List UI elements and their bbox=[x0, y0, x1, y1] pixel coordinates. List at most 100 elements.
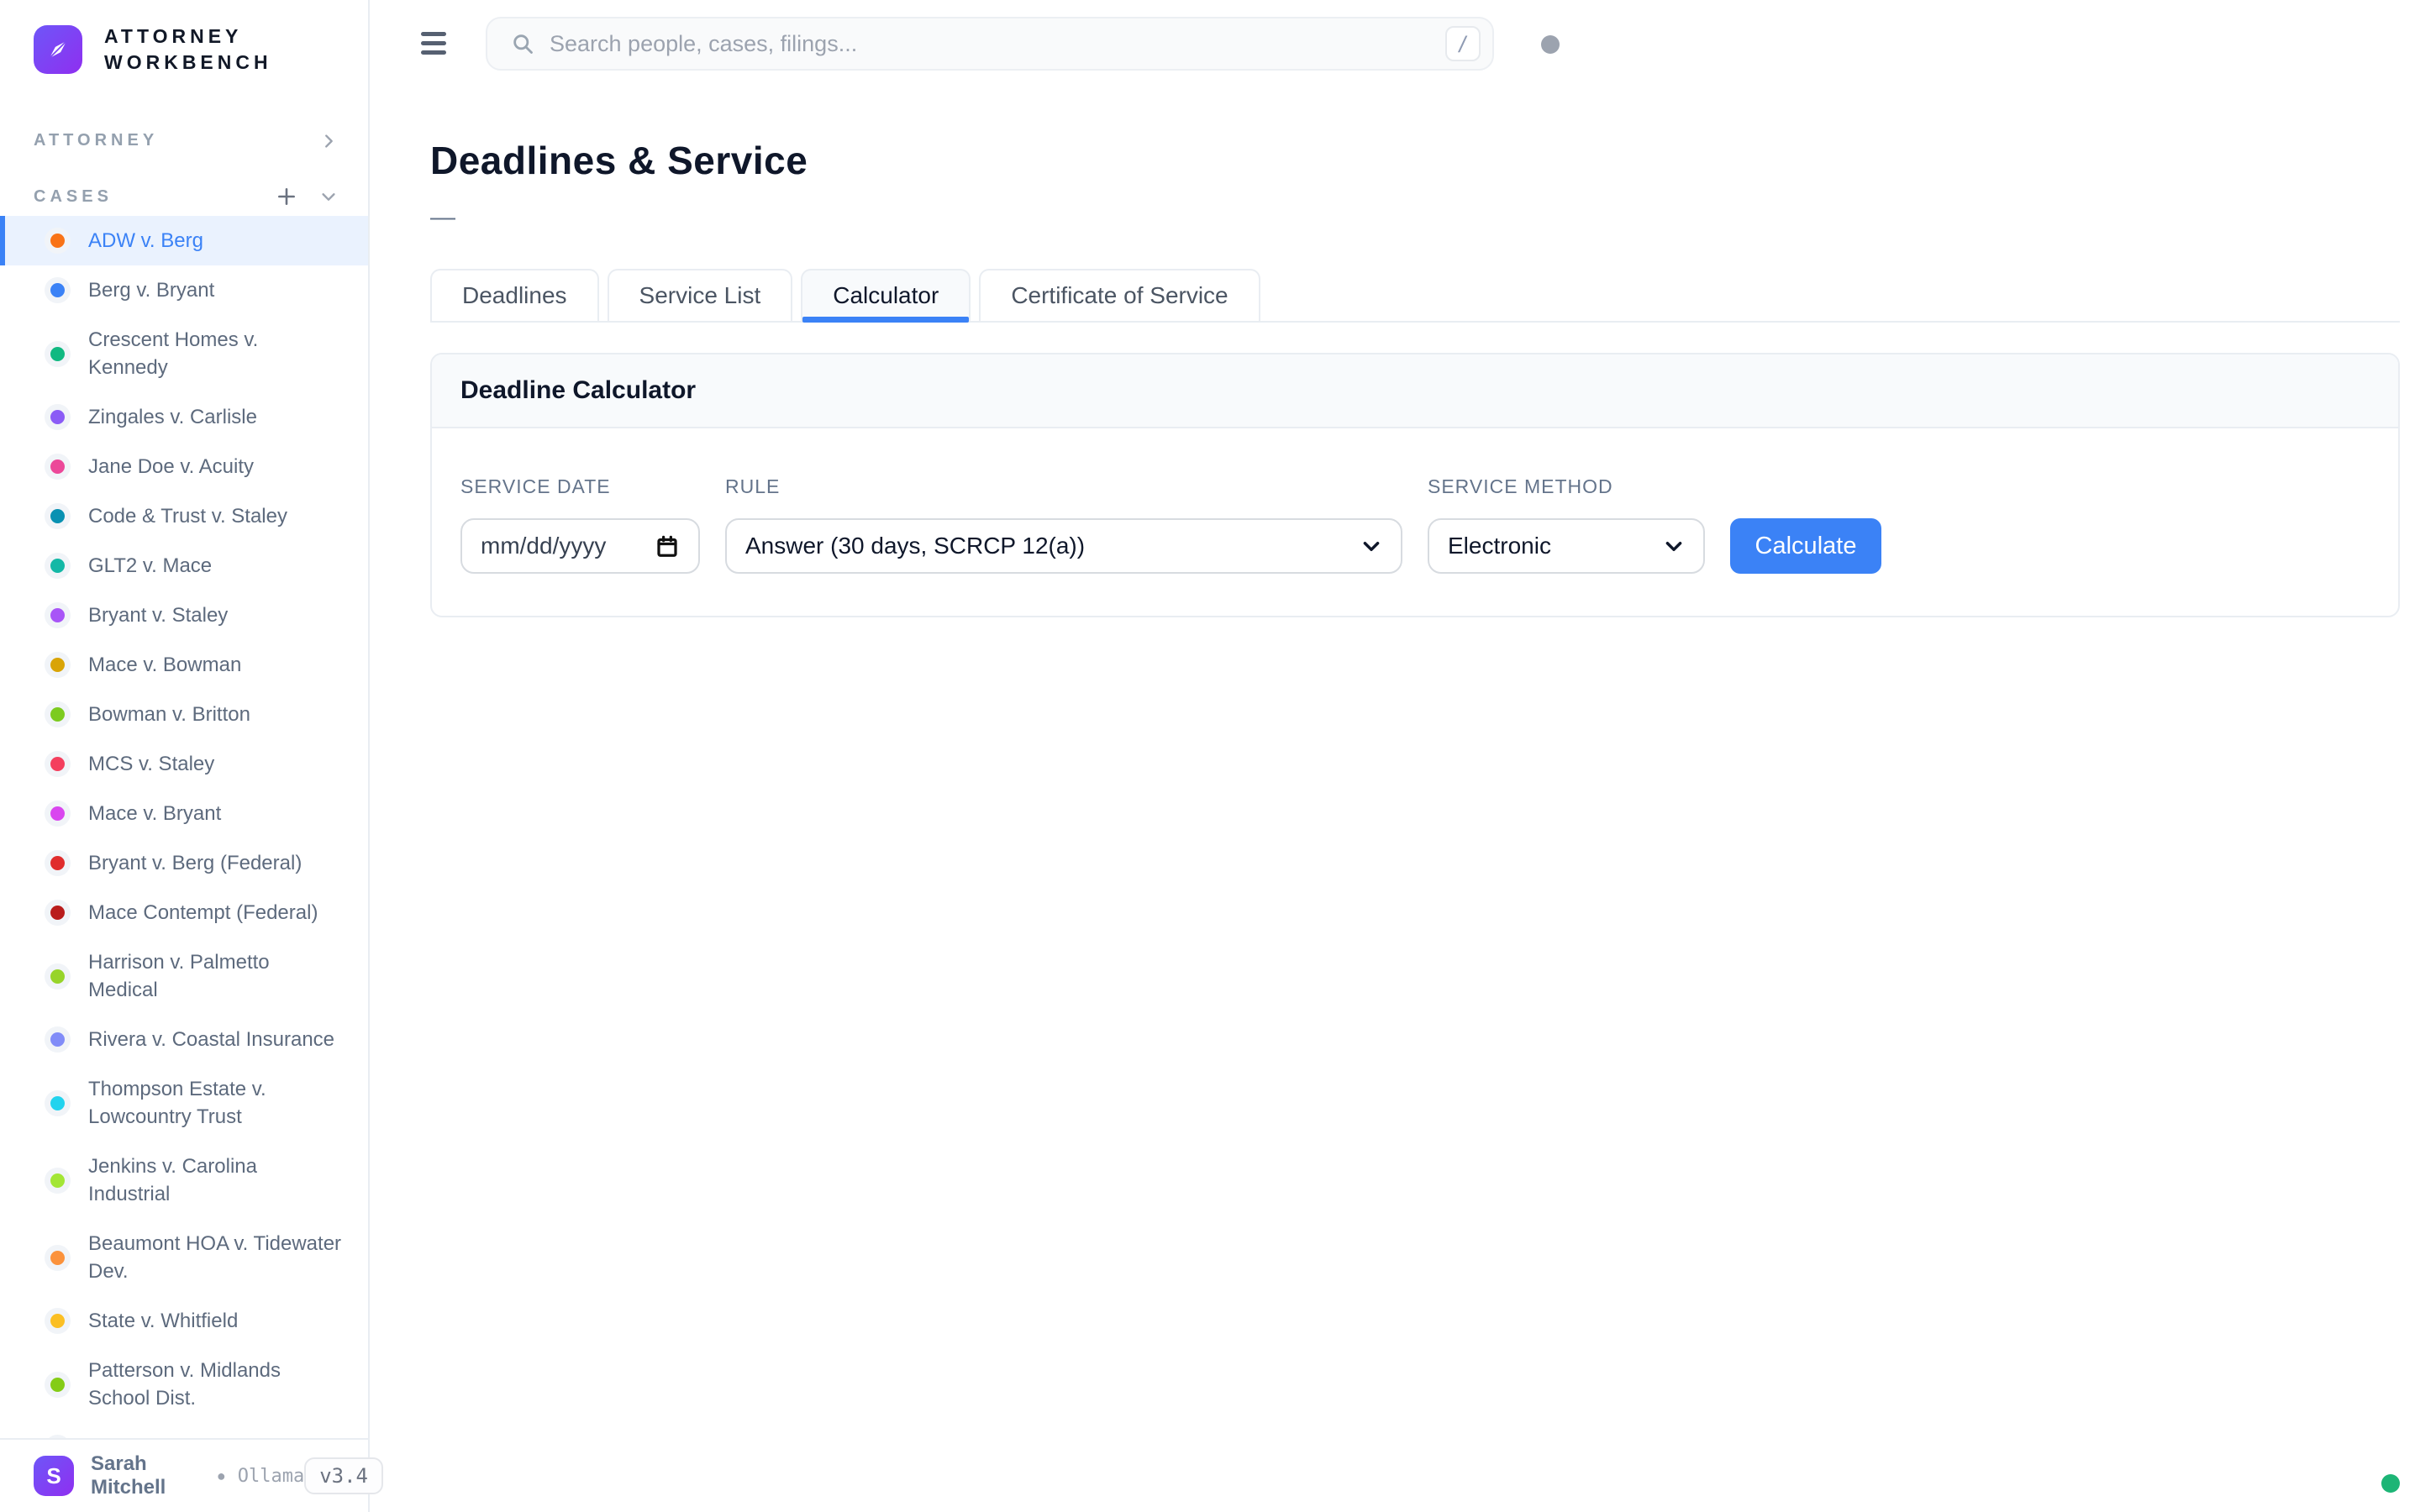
main-content: Search people, cases, filings... / Deadl… bbox=[370, 0, 2420, 1512]
case-color-dot bbox=[50, 1251, 65, 1265]
case-label: Mace v. Bryant bbox=[88, 800, 221, 827]
case-label: Code & Trust v. Staley bbox=[88, 502, 287, 530]
case-item[interactable]: Mace Contempt (Federal) bbox=[0, 888, 368, 937]
case-label: MCS v. Staley bbox=[88, 750, 214, 778]
search-input[interactable]: Search people, cases, filings... / bbox=[486, 17, 1494, 71]
tab[interactable]: Calculator bbox=[801, 269, 971, 321]
case-label: Harrison v. Palmetto Medical bbox=[88, 948, 270, 1004]
case-label: Bryant v. Staley bbox=[88, 601, 228, 629]
case-item[interactable]: Code & Trust v. Staley bbox=[0, 491, 368, 541]
plus-icon[interactable] bbox=[276, 186, 297, 207]
case-color-dot bbox=[50, 608, 65, 622]
tab[interactable]: Deadlines bbox=[430, 269, 599, 321]
case-color-dot bbox=[50, 906, 65, 920]
case-label: GLT2 v. Mace bbox=[88, 552, 212, 580]
engine-label: Ollama bbox=[238, 1466, 304, 1487]
connection-status-dot bbox=[2381, 1474, 2400, 1493]
case-label: Mace v. Bowman bbox=[88, 651, 241, 679]
case-color-dot bbox=[50, 509, 65, 523]
service-date-label: SERVICE DATE bbox=[460, 475, 700, 498]
case-item[interactable]: MCS v. Staley bbox=[0, 739, 368, 789]
case-color-dot bbox=[50, 658, 65, 672]
service-method-select[interactable]: Electronic bbox=[1428, 518, 1705, 574]
case-label: Berg v. Bryant bbox=[88, 276, 214, 304]
rule-field: RULE Answer (30 days, SCRCP 12(a)) bbox=[725, 475, 1402, 574]
calculator-form: SERVICE DATE mm/dd/yyyy RULE Answer (30 … bbox=[432, 428, 2398, 616]
case-item[interactable]: Bowman v. Britton bbox=[0, 690, 368, 739]
case-item[interactable]: Thompson Estate v. Lowcountry Trust bbox=[0, 1064, 368, 1142]
case-label: Bowman v. Britton bbox=[88, 701, 250, 728]
case-item[interactable]: Crescent Homes v. Kennedy bbox=[0, 315, 368, 392]
service-date-input[interactable]: mm/dd/yyyy bbox=[460, 518, 700, 574]
case-color-dot bbox=[50, 234, 65, 248]
case-color-dot bbox=[50, 410, 65, 424]
rule-selected-value: Answer (30 days, SCRCP 12(a)) bbox=[745, 533, 1085, 559]
case-item[interactable]: Beaumont HOA v. Tidewater Dev. bbox=[0, 1219, 368, 1296]
case-item[interactable]: Jane Doe v. Acuity bbox=[0, 442, 368, 491]
case-label: Bryant v. Berg (Federal) bbox=[88, 849, 302, 877]
case-list: ADW v. Berg Berg v. Bryant Crescent Home… bbox=[0, 216, 368, 1446]
tab-bar: Deadlines Service List Calculator Certif… bbox=[430, 269, 2400, 323]
sidebar-section-attorney[interactable]: ATTORNEY bbox=[0, 131, 368, 150]
case-color-dot bbox=[50, 1032, 65, 1047]
service-method-label: SERVICE METHOD bbox=[1428, 475, 1705, 498]
case-color-dot bbox=[50, 1173, 65, 1188]
calendar-icon[interactable] bbox=[655, 533, 680, 559]
chevron-down-icon[interactable] bbox=[319, 187, 338, 206]
case-item[interactable]: Harrison v. Palmetto Medical bbox=[0, 937, 368, 1015]
case-item[interactable]: State v. Whitfield bbox=[0, 1296, 368, 1346]
case-color-dot bbox=[50, 347, 65, 361]
case-label: Patterson v. Midlands School Dist. bbox=[88, 1357, 281, 1412]
case-item[interactable]: ADW v. Berg bbox=[0, 216, 368, 265]
case-item[interactable]: Bryant v. Berg (Federal) bbox=[0, 838, 368, 888]
attorney-section-label: ATTORNEY bbox=[34, 131, 158, 150]
card-title: Deadline Calculator bbox=[432, 354, 2398, 428]
status-separator-dot: ● bbox=[217, 1467, 226, 1485]
sidebar-footer: S Sarah Mitchell ● Ollama v3.4 bbox=[0, 1438, 368, 1512]
deadline-calculator-card: Deadline Calculator SERVICE DATE mm/dd/y… bbox=[430, 353, 2400, 617]
case-color-dot bbox=[50, 1378, 65, 1392]
case-color-dot bbox=[50, 856, 65, 870]
tab[interactable]: Certificate of Service bbox=[979, 269, 1260, 321]
case-item[interactable]: Jenkins v. Carolina Industrial bbox=[0, 1142, 368, 1219]
case-item[interactable]: Berg v. Bryant bbox=[0, 265, 368, 315]
brand-name: ATTORNEY WORKBENCH bbox=[104, 24, 272, 76]
case-item[interactable]: Bryant v. Staley bbox=[0, 591, 368, 640]
case-color-dot bbox=[50, 1314, 65, 1328]
case-item[interactable]: Mace v. Bowman bbox=[0, 640, 368, 690]
case-item[interactable]: Patterson v. Midlands School Dist. bbox=[0, 1346, 368, 1423]
case-label: Beaumont HOA v. Tidewater Dev. bbox=[88, 1230, 341, 1285]
rule-select[interactable]: Answer (30 days, SCRCP 12(a)) bbox=[725, 518, 1402, 574]
rule-label: RULE bbox=[725, 475, 1402, 498]
case-label: Jenkins v. Carolina Industrial bbox=[88, 1152, 257, 1208]
case-color-dot bbox=[50, 707, 65, 722]
service-date-placeholder: mm/dd/yyyy bbox=[481, 533, 606, 559]
case-item[interactable]: Mace v. Bryant bbox=[0, 789, 368, 838]
case-label: Zingales v. Carlisle bbox=[88, 403, 257, 431]
compass-needle-icon bbox=[45, 37, 71, 62]
case-color-dot bbox=[50, 283, 65, 297]
chevron-right-icon[interactable] bbox=[319, 132, 338, 150]
case-label: Mace Contempt (Federal) bbox=[88, 899, 318, 927]
version-badge: v3.4 bbox=[304, 1457, 383, 1494]
case-color-dot bbox=[50, 969, 65, 984]
page-subtitle-dash: — bbox=[430, 203, 2420, 232]
search-shortcut-key: / bbox=[1445, 26, 1481, 61]
sidebar-section-cases[interactable]: CASES bbox=[0, 186, 368, 207]
hamburger-menu-icon[interactable] bbox=[421, 32, 446, 55]
case-item[interactable]: Zingales v. Carlisle bbox=[0, 392, 368, 442]
case-item[interactable]: GLT2 v. Mace bbox=[0, 541, 368, 591]
calculate-button[interactable]: Calculate bbox=[1730, 518, 1881, 574]
search-placeholder: Search people, cases, filings... bbox=[550, 31, 1445, 57]
brand: ATTORNEY WORKBENCH bbox=[0, 0, 368, 76]
case-item[interactable]: Rivera v. Coastal Insurance bbox=[0, 1015, 368, 1064]
case-color-dot bbox=[50, 757, 65, 771]
header-status-dot bbox=[1541, 35, 1560, 54]
cases-section-label: CASES bbox=[34, 187, 113, 207]
service-method-selected-value: Electronic bbox=[1448, 533, 1551, 559]
case-color-dot bbox=[50, 1096, 65, 1110]
service-method-field: SERVICE METHOD Electronic bbox=[1428, 475, 1705, 574]
service-date-field: SERVICE DATE mm/dd/yyyy bbox=[460, 475, 700, 574]
user-avatar[interactable]: S bbox=[34, 1456, 74, 1496]
tab[interactable]: Service List bbox=[608, 269, 793, 321]
